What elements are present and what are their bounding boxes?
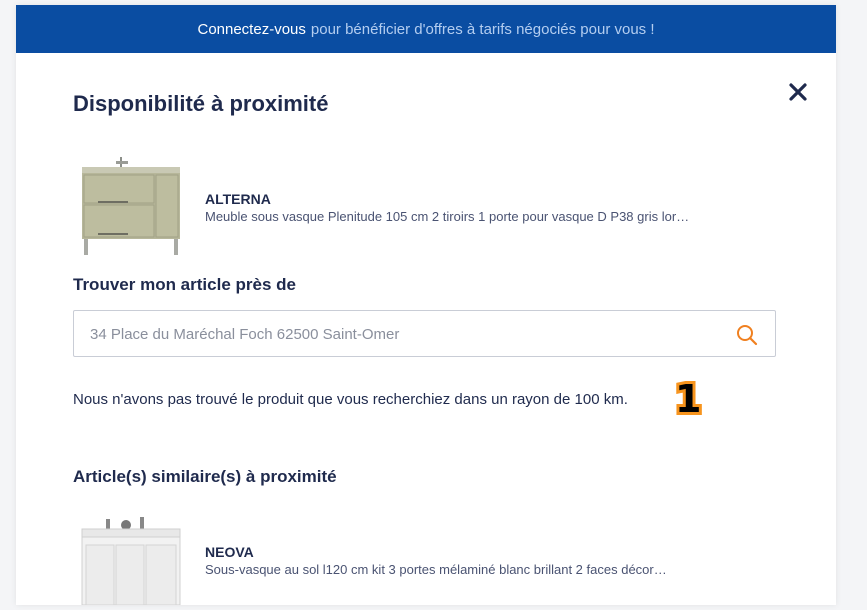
similar-product-image[interactable]: [78, 515, 188, 606]
vanity-cabinet-image: [82, 157, 180, 255]
similar-product-description: Sous-vasque au sol l120 cm kit 3 portes …: [205, 562, 667, 577]
login-banner: Connectez-vous pour bénéficier d'offres …: [16, 5, 836, 53]
product-description: Meuble sous vasque Plenitude 105 cm 2 ti…: [205, 209, 690, 224]
location-search: [73, 310, 776, 357]
not-found-message: Nous n'avons pas trouvé le produit que v…: [73, 391, 628, 408]
product-image[interactable]: [78, 155, 188, 257]
product-brand: ALTERNA: [205, 191, 271, 207]
vanity-white-image: [81, 517, 181, 606]
similar-items-heading: Article(s) similaire(s) à proximité: [73, 467, 337, 486]
location-search-input[interactable]: [90, 323, 710, 345]
modal-title: Disponibilité à proximité: [73, 91, 329, 116]
search-icon[interactable]: [735, 323, 759, 347]
close-icon[interactable]: [787, 81, 809, 103]
step-marker: 1: [672, 374, 705, 424]
step-marker-label: 1: [672, 374, 705, 424]
banner-text: pour bénéficier d'offres à tarifs négoci…: [310, 20, 655, 38]
search-label: Trouver mon article près de: [73, 275, 296, 294]
login-link[interactable]: Connectez-vous: [197, 21, 305, 38]
availability-panel: Connectez-vous pour bénéficier d'offres …: [16, 5, 836, 606]
similar-product-brand: NEOVA: [205, 544, 254, 560]
